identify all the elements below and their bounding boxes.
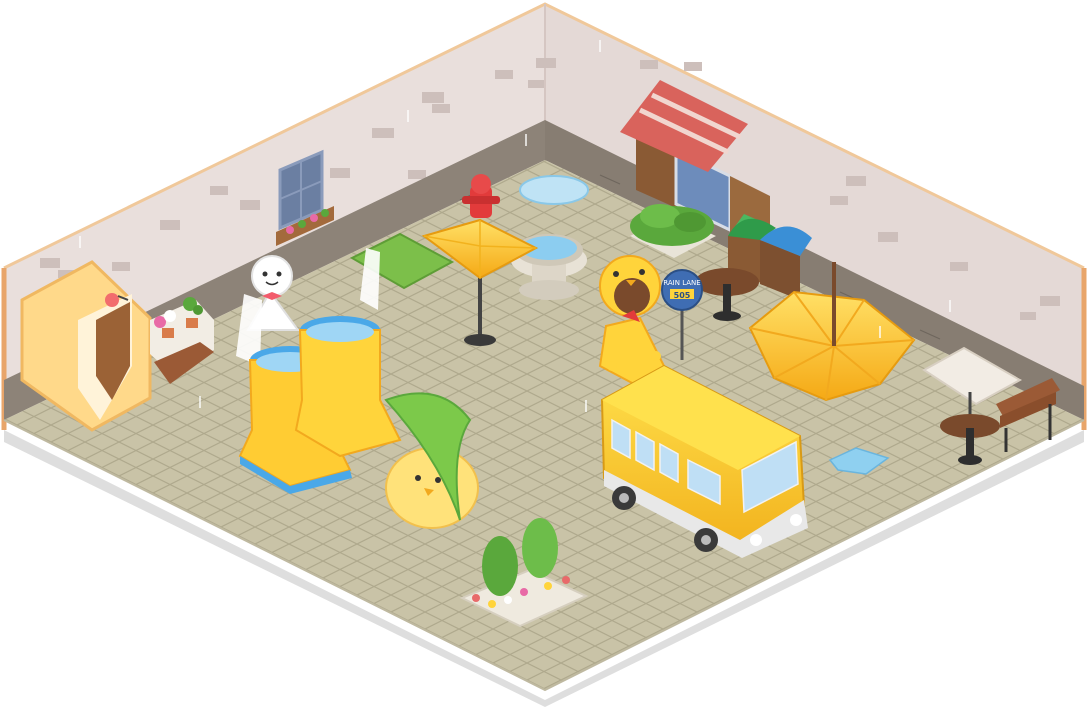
bus-stop-sign-line2: 505	[674, 291, 691, 300]
bus-stop-sign-line1: RAIN LANE	[663, 279, 700, 287]
leaf-umbrella-chick[interactable]	[384, 392, 479, 529]
room-scene: RAIN LANE 505	[0, 0, 1092, 707]
puddle	[519, 175, 589, 205]
isometric-room: RAIN LANE 505	[1, 2, 1087, 707]
